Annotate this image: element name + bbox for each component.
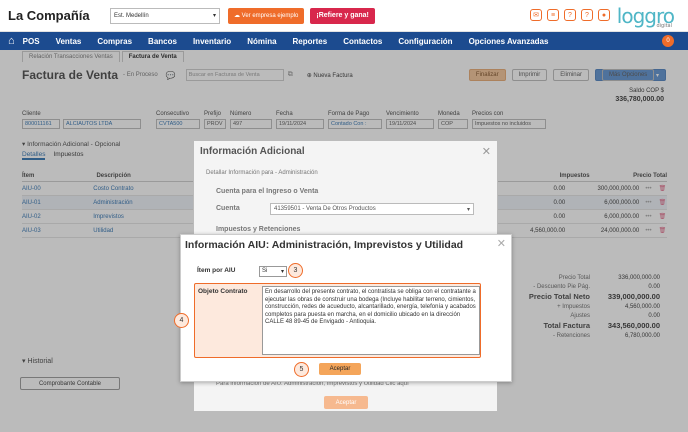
item-aiu-select[interactable]: Si ▾: [259, 266, 287, 277]
nav-bancos[interactable]: Bancos: [148, 37, 177, 46]
list-icon[interactable]: ≡: [547, 9, 559, 21]
item-aiu-label: Ítem por AIU: [197, 267, 236, 274]
callout-5: 5: [294, 362, 309, 377]
refer-button[interactable]: ¡Refiere y gana!: [310, 7, 375, 24]
view-example-company-button[interactable]: ☁ Ver empresa ejemplo: [228, 7, 305, 24]
loggro-logo: loggro digital: [617, 4, 675, 29]
close-icon[interactable]: ✕: [482, 145, 491, 158]
top-icons: ✉ ≡ ? ? ●: [530, 9, 610, 21]
nav-ventas[interactable]: Ventas: [56, 37, 82, 46]
modal-subtitle: Detallar Información para - Administraci…: [206, 170, 318, 176]
chevron-down-icon: ▾: [466, 207, 470, 213]
main-nav: ⌂ POS Ventas Compras Bancos Inventario N…: [0, 32, 688, 50]
callout-4: 4: [174, 313, 189, 328]
help-icon[interactable]: ?: [564, 9, 576, 21]
mail-icon[interactable]: ✉: [530, 9, 542, 21]
logo-sub: digital: [656, 23, 672, 29]
home-icon[interactable]: ⌂: [8, 35, 15, 47]
aceptar-button-aiu[interactable]: Aceptar: [319, 363, 361, 375]
nav-inventario[interactable]: Inventario: [193, 37, 231, 46]
objeto-contrato-textarea[interactable]: En desarrollo del presente contrato, el …: [262, 286, 480, 355]
cuenta-section-title: Cuenta para el Ingreso o Venta: [216, 188, 319, 195]
cuenta-value: 41359501 - Venta De Otros Productos: [274, 206, 376, 212]
objeto-contrato-box: Objeto Contrato En desarrollo del presen…: [194, 283, 481, 358]
company-name: La Compañía: [8, 8, 90, 23]
objeto-contrato-label: Objeto Contrato: [198, 288, 248, 295]
impuestos-section-title: Impuestos y Retenciones: [216, 226, 301, 233]
aiu-modal: Información AIU: Administración, Imprevi…: [180, 234, 512, 382]
modal-title: Información Adicional: [200, 146, 305, 157]
view-example-label: Ver empresa ejemplo: [241, 12, 299, 19]
cloud-icon: ☁: [234, 13, 242, 19]
question-icon[interactable]: ?: [581, 9, 593, 21]
item-aiu-value: Si: [262, 268, 268, 274]
user-icon[interactable]: ●: [598, 9, 610, 21]
aiu-modal-title: Información AIU: Administración, Imprevi…: [185, 239, 464, 251]
chevron-down-icon: ▾: [280, 269, 284, 275]
close-icon[interactable]: ✕: [497, 237, 506, 250]
nav-reportes[interactable]: Reportes: [293, 37, 328, 46]
cuenta-label: Cuenta: [216, 205, 240, 212]
nav-pos[interactable]: POS: [23, 37, 40, 46]
nav-compras[interactable]: Compras: [97, 37, 132, 46]
aceptar-button-info[interactable]: Aceptar: [324, 396, 368, 409]
top-bar: La Compañía Est. Medellín ▾ ☁ Ver empres…: [0, 0, 688, 32]
nav-opciones-avanzadas[interactable]: Opciones Avanzadas: [469, 37, 549, 46]
notification-badge[interactable]: 0: [662, 35, 674, 47]
nav-contactos[interactable]: Contactos: [343, 37, 382, 46]
chevron-down-icon: ▾: [212, 13, 216, 19]
nav-nomina[interactable]: Nómina: [247, 37, 276, 46]
nav-configuracion[interactable]: Configuración: [398, 37, 452, 46]
callout-3: 3: [288, 263, 303, 278]
branch-value: Est. Medellín: [114, 12, 149, 19]
branch-select[interactable]: Est. Medellín ▾: [110, 7, 220, 24]
cuenta-select[interactable]: 41359501 - Venta De Otros Productos ▾: [270, 203, 474, 215]
